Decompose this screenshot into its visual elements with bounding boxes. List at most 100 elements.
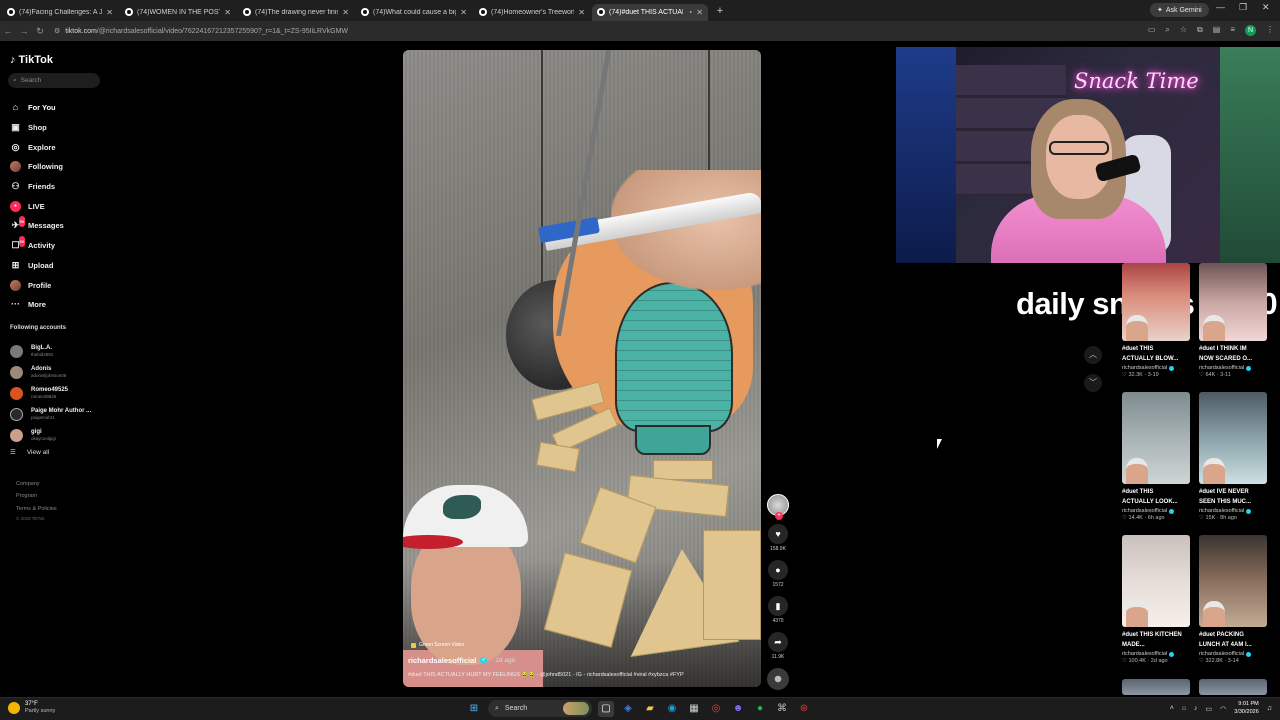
account-item[interactable]: Adonis adonisfjohnson06: [10, 362, 91, 383]
browser-tab[interactable]: (74)WOMEN IN THE POSTAL SE ✕: [120, 4, 236, 21]
zoom-icon[interactable]: ⌕: [1165, 25, 1169, 36]
music-disc-icon[interactable]: [767, 668, 789, 690]
nav-following[interactable]: Following: [10, 157, 64, 177]
related-video-card[interactable]: [1199, 679, 1269, 695]
nav-explore[interactable]: ◎ Explore: [10, 137, 64, 157]
video-author[interactable]: richardsalesofficial ✓ · 2d ago: [408, 656, 515, 665]
edge-icon[interactable]: ◉: [664, 701, 680, 717]
card-likes: 64K: [1205, 372, 1216, 378]
related-video-card[interactable]: #duet IVE NEVER SEEN THIS MUC... richard…: [1199, 392, 1269, 521]
close-tab-icon[interactable]: ✕: [578, 8, 585, 17]
nav-shop[interactable]: ▣ Shop: [10, 118, 64, 138]
close-window-icon[interactable]: ✕: [1262, 2, 1270, 13]
network-icon[interactable]: ⌂: [1182, 705, 1186, 712]
video-player[interactable]: Green Screen Video richardsalesofficial ✓…: [403, 50, 761, 687]
footer-terms-link[interactable]: Terms & Policies: [16, 503, 57, 515]
related-video-card[interactable]: #duet PACKING LUNCH AT 4AM I... richards…: [1199, 535, 1269, 664]
bookmark-star-icon[interactable]: ☆: [1180, 25, 1187, 36]
task-view-icon[interactable]: ▢: [598, 700, 614, 717]
browser-tab[interactable]: (74)Facing Challenges: A Journ✕: [2, 4, 118, 21]
related-video-card[interactable]: [1122, 679, 1192, 695]
ask-gemini-button[interactable]: ✦ Ask Gemini: [1150, 3, 1209, 17]
chevron-up-icon[interactable]: ˄: [1170, 705, 1174, 712]
nav-more[interactable]: ··· More: [10, 295, 64, 315]
restore-icon[interactable]: ❐: [1239, 2, 1247, 13]
save-count: 4370: [772, 618, 784, 624]
close-tab-icon[interactable]: ✕: [106, 8, 113, 17]
tiktok-logo[interactable]: ♪ TikTok: [10, 54, 53, 66]
minimize-icon[interactable]: —: [1216, 2, 1225, 12]
nav-for-you[interactable]: ⌂ For You: [10, 98, 64, 118]
back-icon[interactable]: ←: [0, 26, 16, 36]
clock[interactable]: 9:01 PM 3/30/2026: [1234, 701, 1258, 716]
browser-tab[interactable]: (74)Homeowner's Treework Fa✕: [474, 4, 590, 21]
menu-icon[interactable]: ⋮: [1266, 25, 1274, 36]
address-bar[interactable]: ⚙ tiktok.com/@richardsalesofficial/video…: [54, 27, 954, 36]
close-tab-icon[interactable]: ✕: [460, 8, 467, 17]
nav-live[interactable]: ● LIVE: [10, 196, 64, 216]
related-video-card[interactable]: #duet I THINK IM NOW SCARED O... richard…: [1199, 263, 1269, 378]
creator-avatar[interactable]: +: [767, 494, 789, 520]
extensions-icon[interactable]: ⧉: [1197, 25, 1203, 36]
previous-video-button[interactable]: ︿: [1084, 346, 1102, 364]
file-explorer-icon[interactable]: ▰: [642, 701, 658, 717]
nav-friends[interactable]: ⚇ Friends: [10, 177, 64, 197]
taskbar-search[interactable]: ⌕ Search: [488, 700, 592, 717]
reload-icon[interactable]: ↻: [32, 26, 48, 37]
related-video-card[interactable]: #duet THIS ACTUALLY LOOK... richardsales…: [1122, 392, 1192, 521]
close-tab-icon[interactable]: ✕: [342, 8, 349, 17]
browser-tab[interactable]: (74)What could cause a big sh✕: [356, 4, 472, 21]
profile-avatar[interactable]: N: [1245, 25, 1256, 36]
forward-icon[interactable]: →: [16, 26, 32, 36]
battery-icon[interactable]: ▭: [1206, 705, 1213, 713]
account-item[interactable]: gigi okaycoolgigi: [10, 425, 91, 446]
like-button[interactable]: ♥ 158.9K: [767, 524, 789, 552]
footer-company-link[interactable]: Company: [16, 478, 57, 490]
comment-button[interactable]: ● 1572: [767, 560, 789, 588]
media-icon[interactable]: ≡: [1230, 25, 1235, 36]
view-all-link[interactable]: ☰ View all: [10, 448, 91, 457]
browser-tab[interactable]: (74)The drawing never finishe✕: [238, 4, 354, 21]
nav-upload[interactable]: ⊞ Upload: [10, 256, 64, 276]
nav-activity[interactable]: ☐ 99 Activity: [10, 236, 64, 256]
account-item[interactable]: Romeo49525 romeo49525: [10, 383, 91, 404]
weather-widget[interactable]: 37°F Partly sunny: [8, 701, 55, 715]
footer-program-link[interactable]: Program: [16, 490, 57, 502]
follow-plus-icon[interactable]: +: [775, 512, 783, 520]
recording-app-icon[interactable]: ⊛: [796, 701, 812, 717]
wifi-icon[interactable]: ◠: [1220, 705, 1226, 713]
nav-profile[interactable]: Profile: [10, 275, 64, 295]
new-tab-button[interactable]: +: [712, 5, 728, 17]
account-item[interactable]: BigL.A. thebid2891: [10, 341, 91, 362]
account-item[interactable]: Paige Mohr Author ... paigemohr1: [10, 404, 91, 425]
tab-title: (74)#duet THIS ACTUALLY: [609, 8, 683, 16]
cast-icon[interactable]: ▭: [1148, 25, 1156, 36]
related-video-card[interactable]: #duet THIS ACTUALLY BLOW... richardsales…: [1122, 263, 1192, 378]
nav-messages[interactable]: ✈ 99 Messages: [10, 216, 64, 236]
browser-tab-active[interactable]: (74)#duet THIS ACTUALLY ◔ ✕: [592, 3, 708, 21]
copilot-icon[interactable]: ◈: [620, 701, 636, 717]
store-icon[interactable]: ▦: [686, 701, 702, 717]
sidebar-icon[interactable]: ▤: [1213, 25, 1221, 36]
next-video-button[interactable]: ﹀: [1084, 374, 1102, 392]
volume-icon[interactable]: ♪: [1194, 705, 1198, 712]
spotify-icon[interactable]: ●: [752, 701, 768, 717]
app-icon[interactable]: ⌘: [774, 701, 790, 717]
chrome-icon[interactable]: ◎: [708, 701, 724, 717]
share-button[interactable]: ➦ 11.9K: [767, 632, 789, 660]
close-tab-icon[interactable]: ✕: [696, 8, 703, 17]
save-button[interactable]: ▮ 4370: [767, 596, 789, 624]
windows-start-icon[interactable]: ⊞: [466, 701, 482, 717]
discord-icon[interactable]: ☻: [730, 701, 746, 717]
nav-label: Following: [28, 162, 63, 172]
card-likes: 15K: [1205, 515, 1216, 521]
card-user: richardsalesofficial: [1122, 508, 1192, 514]
green-screen-tag[interactable]: Green Screen Video: [411, 642, 464, 648]
close-tab-icon[interactable]: ✕: [224, 8, 231, 17]
tab-title: (74)WOMEN IN THE POSTAL SE: [137, 8, 220, 16]
search-input[interactable]: ⌕ Search: [8, 73, 100, 88]
audio-icon[interactable]: ◔: [687, 8, 692, 17]
related-video-card[interactable]: #duet THIS KITCHEN MADE... richardsaleso…: [1122, 535, 1192, 664]
notification-bell-icon[interactable]: ♫: [1267, 705, 1272, 712]
site-info-icon[interactable]: ⚙: [54, 27, 60, 35]
